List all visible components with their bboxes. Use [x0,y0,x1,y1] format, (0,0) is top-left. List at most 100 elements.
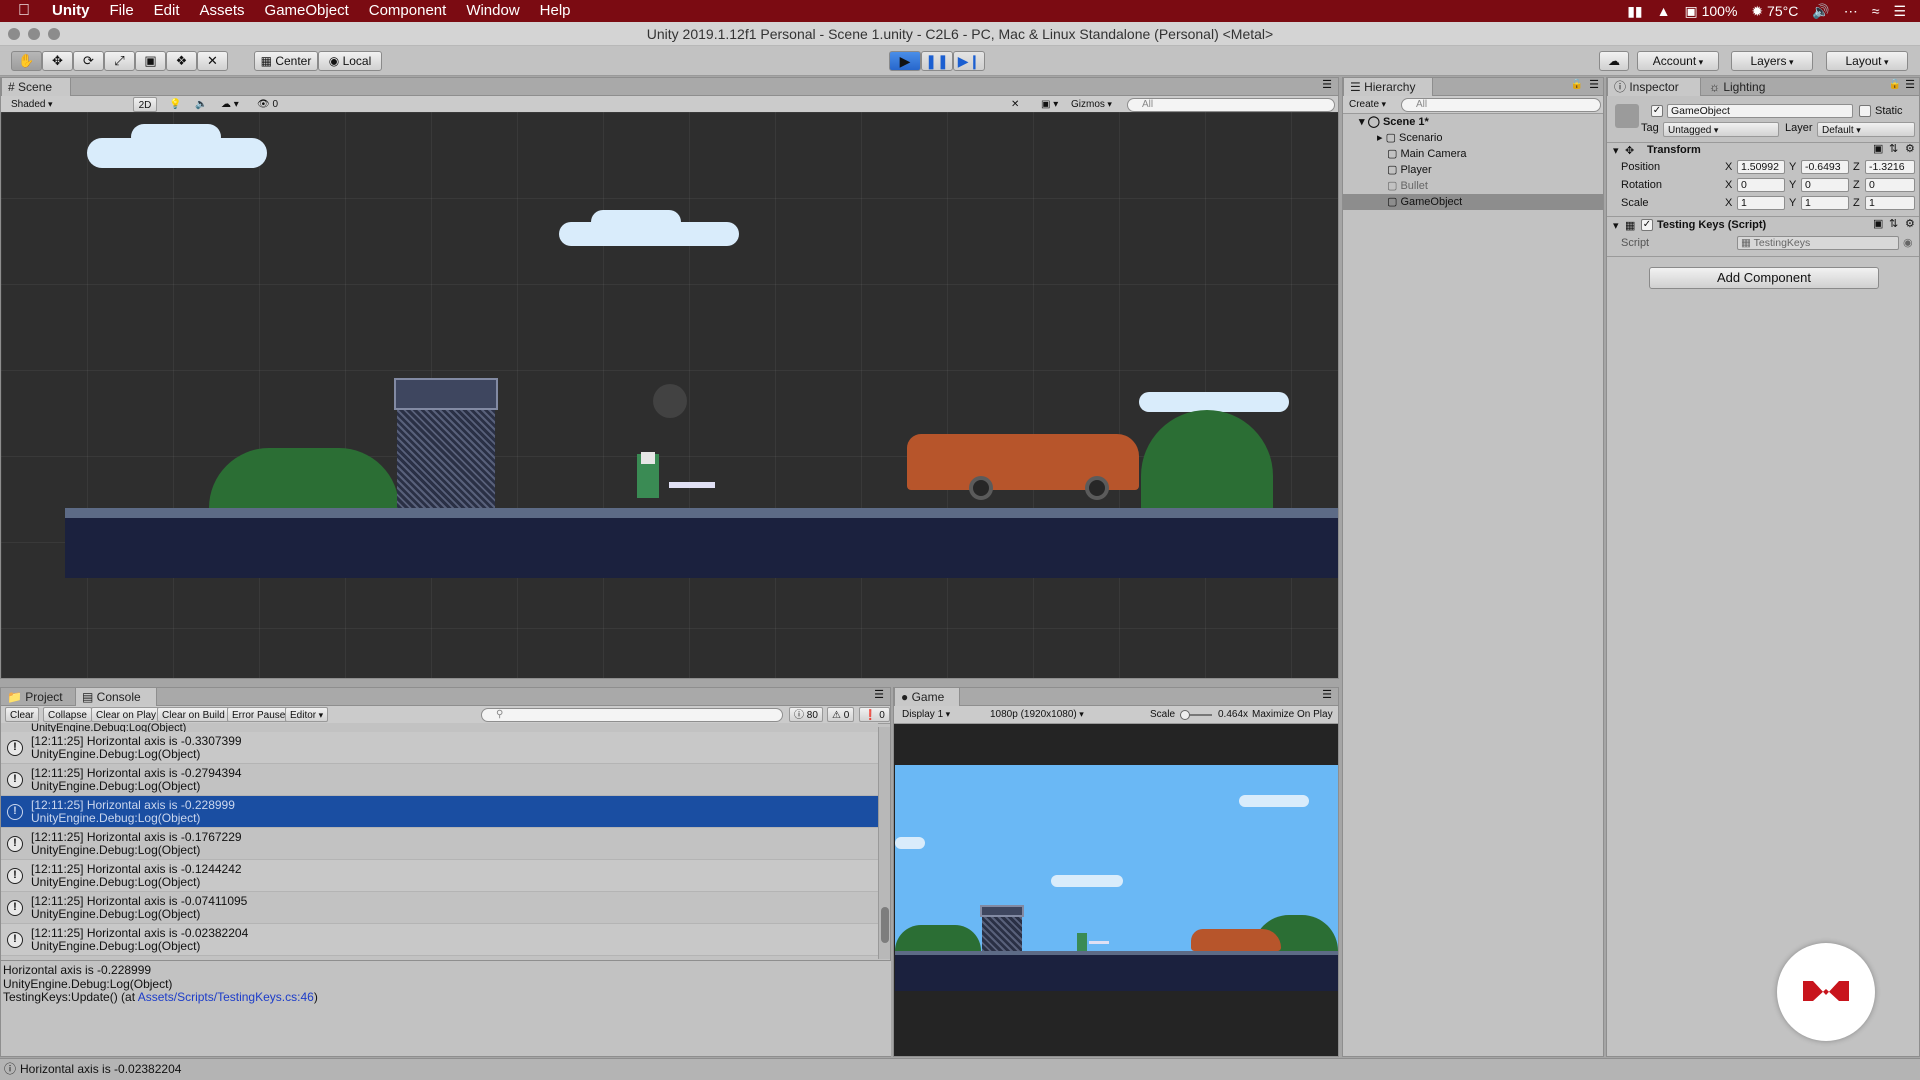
console-row-selected[interactable]: ! [12:11:25] Horizontal axis is -0.228999… [1,796,878,828]
position-y-field[interactable]: -0.6493 [1801,160,1849,174]
gear-icon[interactable]: ⚙ [1905,217,1915,230]
console-row[interactable]: ! [12:11:25] Horizontal axis is -0.074110… [1,892,878,924]
audio-toggle-icon[interactable]: 🔈 [191,97,211,112]
tab-console[interactable]: ▤ Console [75,688,157,706]
lock-icon[interactable]: 🔒 [1889,79,1901,90]
hand-tool-icon[interactable]: ✋ [11,51,42,71]
tab-project[interactable]: 📁 Project [1,688,73,706]
foldout-arrow-icon[interactable]: ▾ [1613,144,1619,157]
tag-dropdown[interactable]: Untagged [1663,122,1779,137]
menu-app-name[interactable]: Unity [42,0,100,22]
effects-dropdown-icon[interactable]: ☁ ▾ [217,97,243,112]
panel-menu-icon[interactable]: ☰ [1322,688,1332,701]
preset-icon[interactable]: ⇅ [1889,142,1898,155]
warning-count-toggle[interactable]: ⚠ 0 [827,707,855,722]
control-center-icon[interactable]: ☰ [1893,3,1906,20]
tab-hierarchy[interactable]: ☰ Hierarchy [1343,78,1433,96]
source-file-link[interactable]: Assets/Scripts/TestingKeys.cs:46 [138,990,314,1004]
2d-toggle[interactable]: 2D [133,97,157,112]
scene-search-input[interactable]: All [1127,98,1335,112]
menu-window[interactable]: Window [456,0,529,22]
wifi-icon[interactable]: ≈ [1872,3,1880,19]
console-scrollbar[interactable] [878,727,890,959]
log-count-toggle[interactable]: ⓘ 80 [789,707,823,722]
script-enabled-checkbox[interactable]: ✓ [1641,219,1653,231]
scale-z-field[interactable]: 1 [1865,196,1915,210]
resolution-dropdown[interactable]: 1080p (1920x1080) [986,707,1140,722]
step-button[interactable]: ▶❙ [953,51,985,71]
hierarchy-search-input[interactable]: All [1401,98,1601,112]
menu-gameobject[interactable]: GameObject [255,0,359,22]
hierarchy-item-scenario[interactable]: ▸ ▢ Scenario [1343,130,1603,146]
scale-y-field[interactable]: 1 [1801,196,1849,210]
play-button[interactable]: ▶ [889,51,921,71]
rotation-x-field[interactable]: 0 [1737,178,1785,192]
battery-icon[interactable]: ▣ 100% [1684,3,1737,20]
pause-button[interactable]: ❚❚ [921,51,953,71]
scrollbar-thumb[interactable] [881,907,889,943]
tab-inspector[interactable]: ⓘ Inspector [1607,78,1701,96]
static-checkbox[interactable] [1859,105,1871,117]
rotation-y-field[interactable]: 0 [1801,178,1849,192]
minimize-window-button[interactable] [28,28,40,40]
menu-edit[interactable]: Edit [144,0,190,22]
menu-component[interactable]: Component [359,0,457,22]
camera-dropdown-icon[interactable]: ▣ ▾ [1037,97,1062,112]
hierarchy-scene-root[interactable]: ▾ ◯ Scene 1* [1343,114,1603,130]
clear-on-play-button[interactable]: Clear on Play [91,707,162,722]
unity-cloud-icon[interactable]: ▲ [1657,3,1671,19]
panel-menu-icon[interactable]: ☰ [1905,78,1915,91]
account-dropdown[interactable]: Account [1637,51,1719,71]
gizmos-dropdown[interactable]: Gizmos [1067,97,1116,112]
scene-tools-icon[interactable]: ✕ [1007,97,1023,112]
foldout-arrow-icon[interactable]: ▾ [1613,219,1619,232]
error-count-toggle[interactable]: ❗ 0 [859,707,890,722]
move-tool-icon[interactable]: ✥ [42,51,73,71]
zoom-window-button[interactable] [48,28,60,40]
panel-menu-icon[interactable]: ☰ [874,688,884,701]
console-row[interactable]: ! [12:11:25] Horizontal axis is -0.279439… [1,764,878,796]
hierarchy-item-gameobject[interactable]: ▢ GameObject [1343,194,1603,210]
menu-assets[interactable]: Assets [190,0,255,22]
gear-icon[interactable]: ⚙ [1905,142,1915,155]
tab-scene[interactable]: # Scene [1,78,71,96]
apple-icon[interactable]:  [0,0,42,22]
active-checkbox[interactable]: ✓ [1651,105,1663,117]
status-bar[interactable]: ⓘ Horizontal axis is -0.02382204 [0,1058,1920,1080]
error-pause-button[interactable]: Error Pause [227,707,291,722]
lighting-toggle-icon[interactable]: 💡 [165,97,185,112]
scene-viewport[interactable] [1,112,1338,678]
game-viewport[interactable] [895,765,1338,991]
create-dropdown[interactable]: Create [1345,97,1390,112]
position-x-field[interactable]: 1.50992 [1737,160,1785,174]
console-row[interactable]: ! [12:11:25] Horizontal axis is -0.124424… [1,860,878,892]
layer-dropdown[interactable]: Default [1817,122,1915,137]
hierarchy-item-main-camera[interactable]: ▢ Main Camera [1343,146,1603,162]
rect-tool-icon[interactable]: ▣ [135,51,166,71]
shading-mode-dropdown[interactable]: Shaded [7,97,123,112]
hierarchy-item-bullet[interactable]: ▢ Bullet [1343,178,1603,194]
panel-menu-icon[interactable]: ☰ [1322,78,1332,91]
add-component-button[interactable]: Add Component [1649,267,1879,289]
scale-x-field[interactable]: 1 [1737,196,1785,210]
clear-button[interactable]: Clear [5,707,39,722]
custom-tool-icon[interactable]: ✕ [197,51,228,71]
editor-dropdown[interactable]: Editor [285,707,329,722]
scale-slider-handle[interactable] [1180,710,1190,720]
more-icon[interactable]: ⋯ [1844,3,1858,20]
help-icon[interactable]: ▣ [1873,142,1883,155]
volume-icon[interactable]: 🔊 [1812,3,1829,20]
pivot-local-button[interactable]: ◉ Local [318,51,382,71]
clear-on-build-button[interactable]: Clear on Build [157,707,230,722]
console-row[interactable]: ! [12:11:25] Horizontal axis is -0.023822… [1,924,878,956]
menu-help[interactable]: Help [530,0,581,22]
hierarchy-item-player[interactable]: ▢ Player [1343,162,1603,178]
maximize-on-play-toggle[interactable]: Maximize On Play [1248,707,1337,722]
collapse-button[interactable]: Collapse [43,707,92,722]
rotate-tool-icon[interactable]: ⟳ [73,51,104,71]
layout-dropdown[interactable]: Layout [1826,51,1908,71]
scale-tool-icon[interactable]: ⤢ [104,51,135,71]
preset-icon[interactable]: ⇅ [1889,217,1898,230]
sidebar-toggle-icon[interactable]: ▮▮ [1627,3,1642,20]
pivot-center-button[interactable]: ▦ Center [254,51,318,71]
